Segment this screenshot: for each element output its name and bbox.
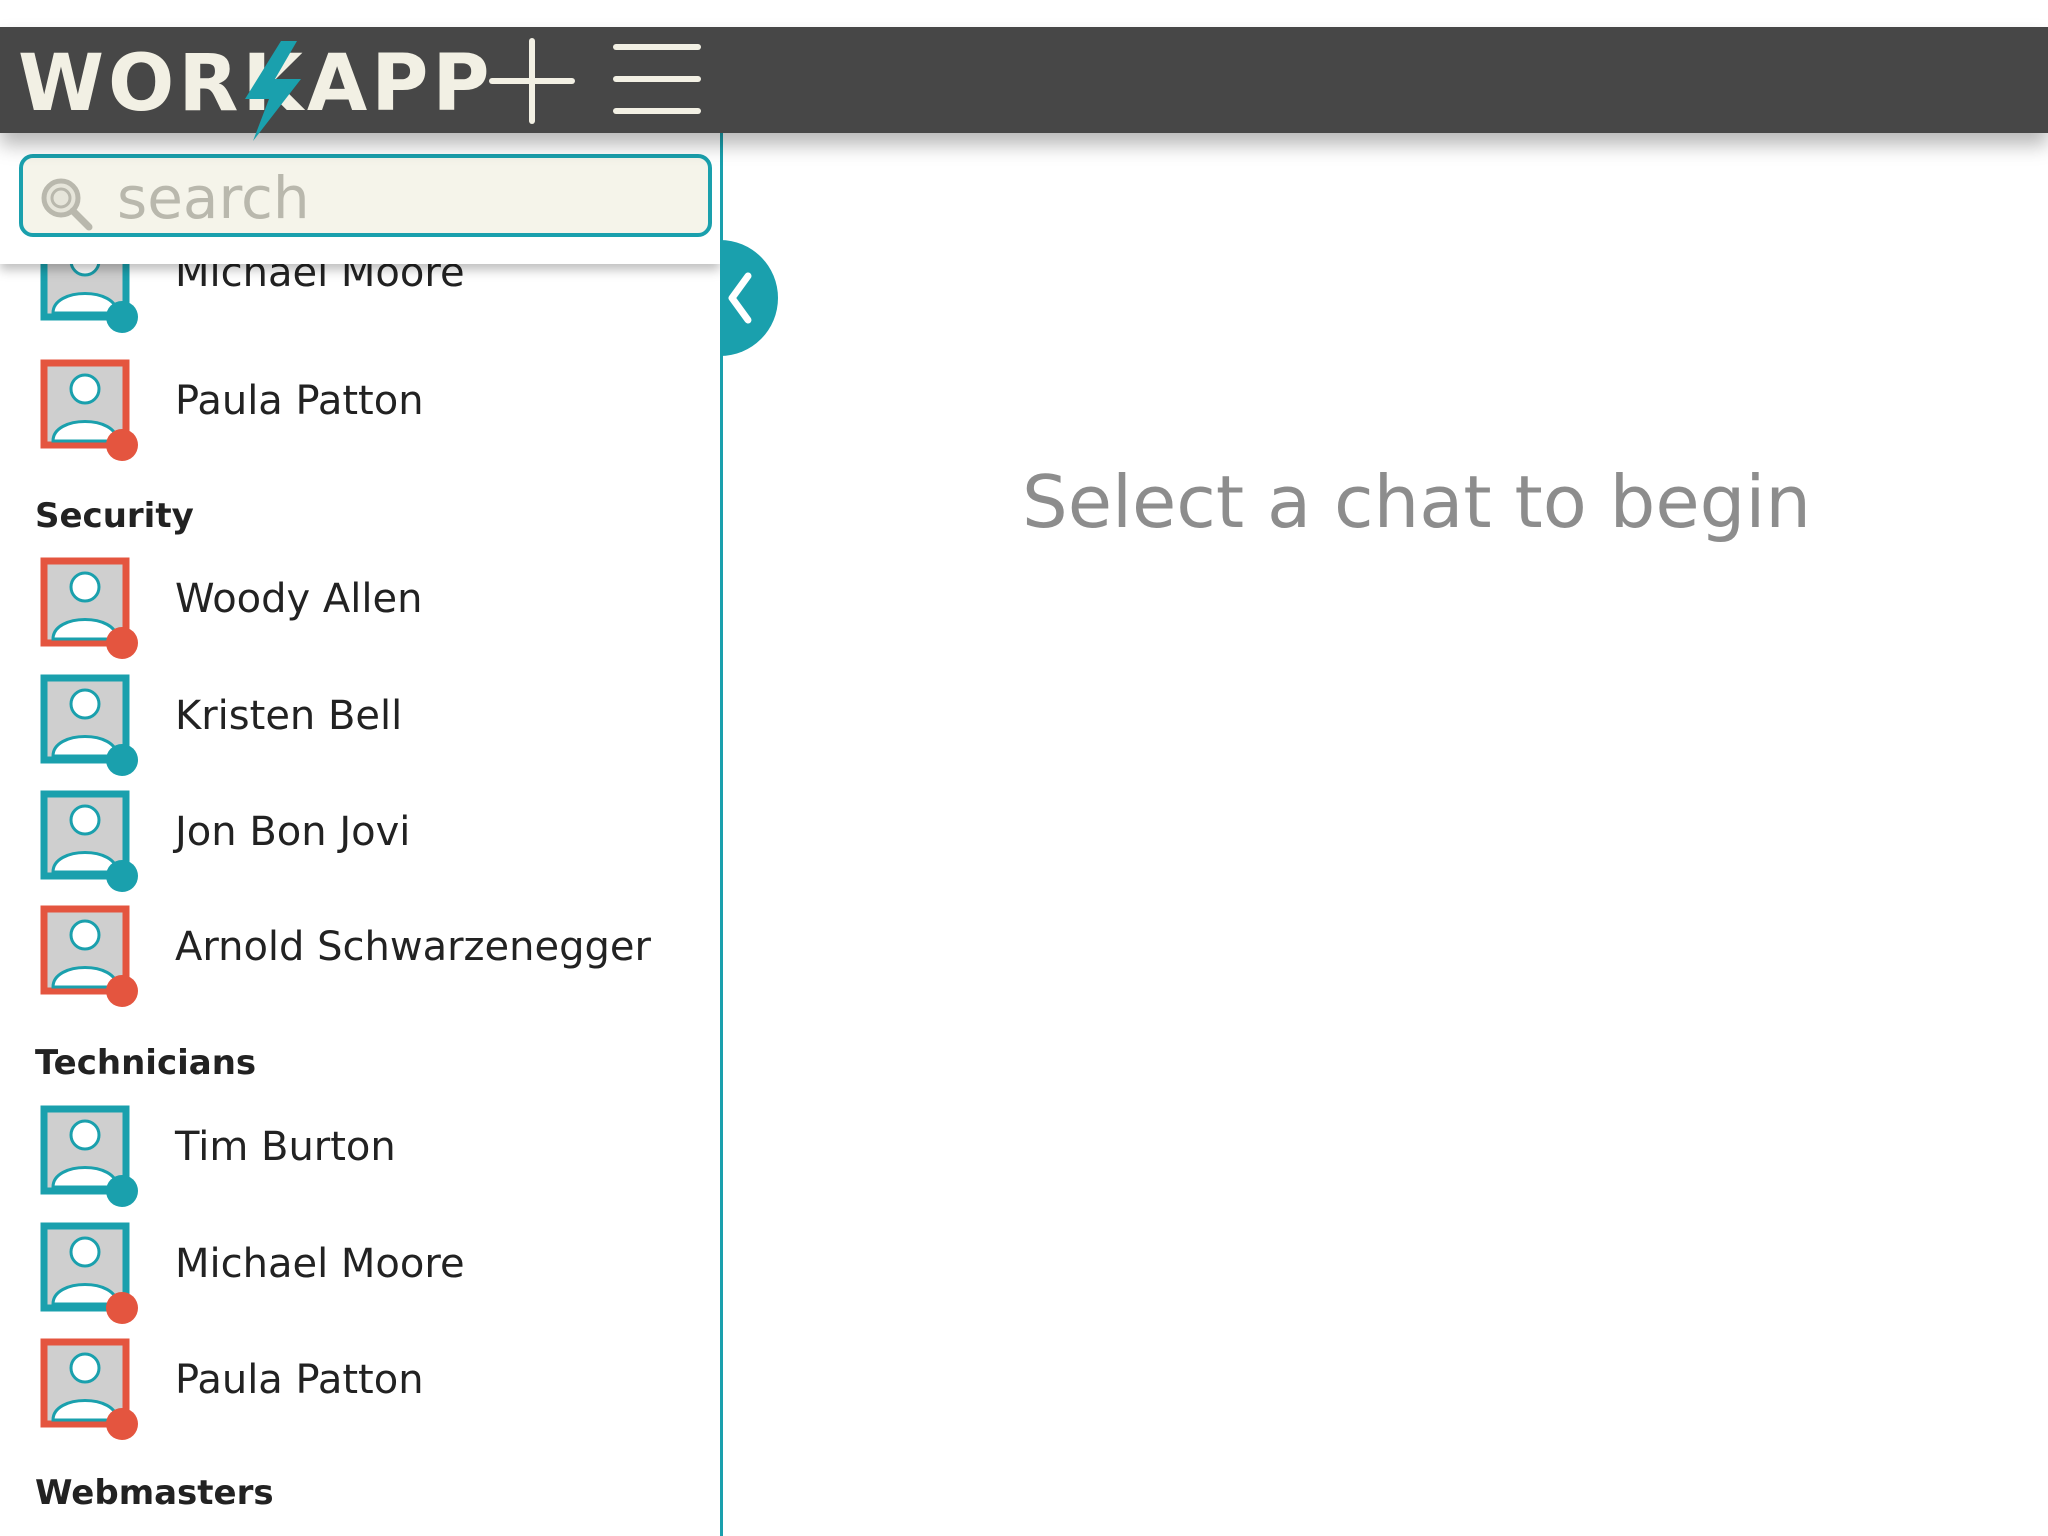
avatar-icon [40,905,138,1007]
status-dot-icon [106,1408,138,1440]
contact-item[interactable]: Paula Patton [0,1338,720,1448]
contacts-sidebar: Michael Moore Paula Patton Security Woody A… [0,133,723,1536]
contact-item[interactable]: Woody Allen [0,557,720,667]
search-box[interactable] [19,154,712,237]
contact-name: Paula Patton [175,1357,424,1403]
collapse-sidebar-button[interactable] [720,240,784,356]
contact-item[interactable]: Jon Bon Jovi [0,790,720,900]
status-dot-icon [106,1175,138,1207]
group-header: Security [35,496,194,536]
avatar-icon [40,674,138,776]
group-header: Webmasters [35,1473,274,1513]
contact-name: Arnold Schwarzenegger [175,924,651,970]
contact-name: Kristen Bell [175,693,403,739]
status-dot-icon [106,301,138,333]
contact-name: Paula Patton [175,378,424,424]
contact-item[interactable]: Arnold Schwarzenegger [0,905,720,1015]
empty-chat-message: Select a chat to begin [1022,460,1811,544]
hamburger-menu-button[interactable] [612,39,702,119]
search-input[interactable] [115,164,699,232]
group-header: Technicians [35,1043,257,1083]
contact-item[interactable]: Kristen Bell [0,674,720,784]
contact-item[interactable]: Tim Burton [0,1105,720,1215]
contact-name: Woody Allen [175,576,423,622]
status-dot-icon [106,429,138,461]
lightning-bolt-icon [245,41,301,141]
avatar-icon [40,557,138,659]
chevron-left-icon [720,240,778,356]
top-bar: WORKAPP [0,27,2048,141]
new-chat-button[interactable] [488,37,576,125]
workapp-logo: WORKAPP [18,37,490,159]
avatar-icon [40,359,138,461]
contact-item[interactable]: Michael Moore [0,1222,720,1332]
contact-name: Tim Burton [175,1124,396,1170]
contact-name: Jon Bon Jovi [175,809,411,855]
search-icon [41,178,93,231]
status-dot-icon [106,1292,138,1324]
avatar-icon [40,1222,138,1324]
status-dot-icon [106,975,138,1007]
status-dot-icon [106,744,138,776]
avatar-icon [40,790,138,892]
avatar-icon [40,1338,138,1440]
avatar-icon [40,1105,138,1207]
contact-item[interactable]: Paula Patton [0,359,720,469]
plus-icon [489,38,575,124]
status-dot-icon [106,627,138,659]
status-dot-icon [106,860,138,892]
contact-name: Michael Moore [175,1241,465,1287]
hamburger-icon [613,44,701,114]
